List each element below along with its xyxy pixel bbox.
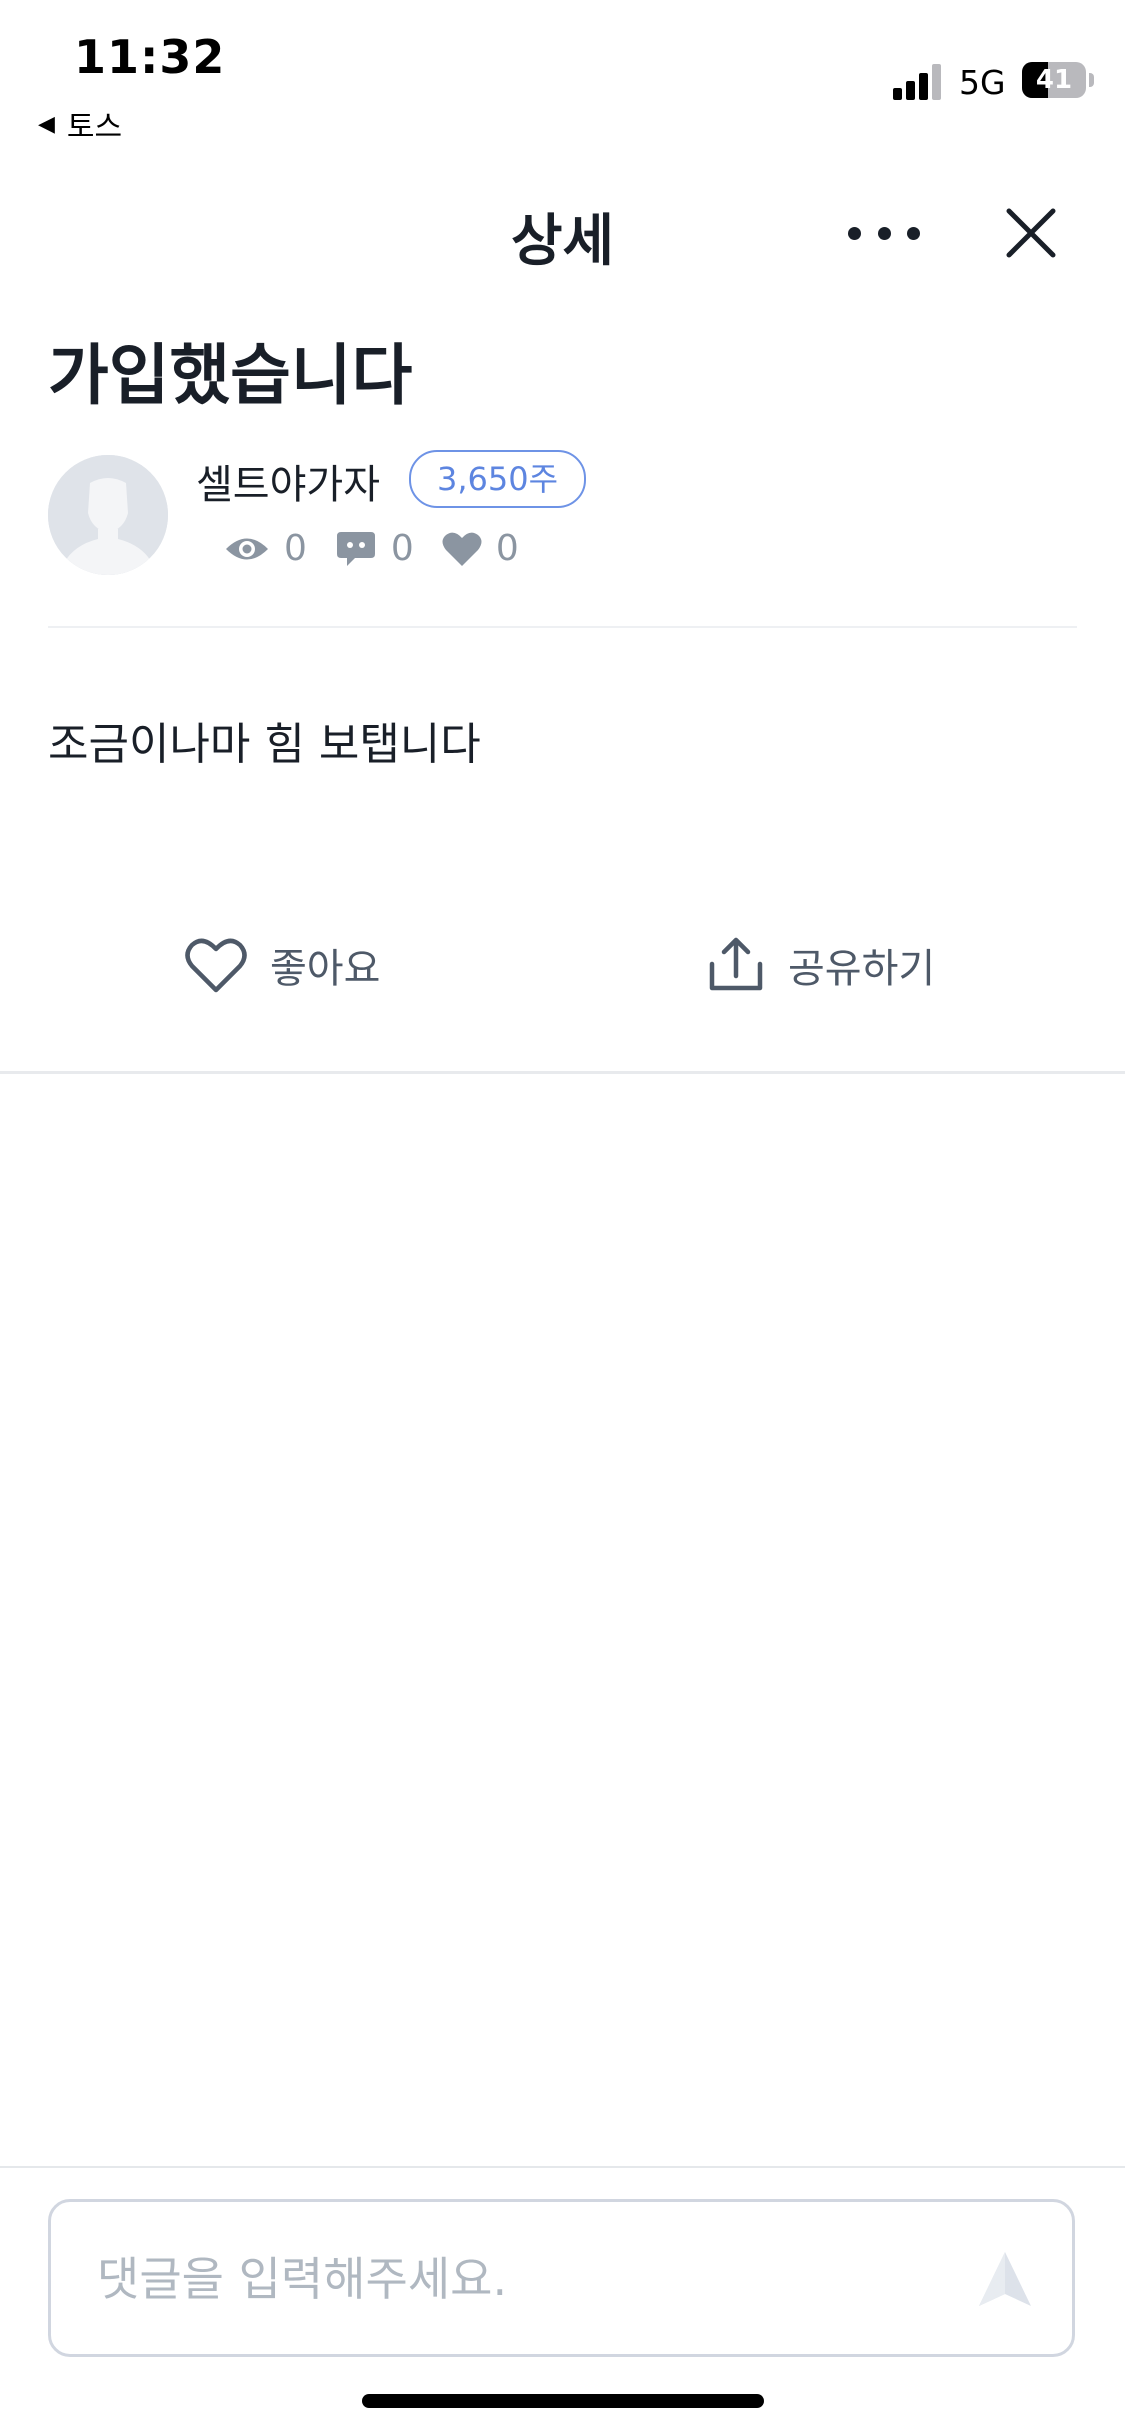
- like-count: 0: [442, 528, 519, 569]
- back-triangle-icon: ◀: [38, 111, 55, 137]
- eye-icon: [226, 538, 268, 559]
- default-user-icon: [48, 455, 168, 575]
- share-upload-icon: [709, 937, 763, 991]
- home-indicator: [362, 2394, 764, 2408]
- like-label: 좋아요: [270, 946, 381, 992]
- cellular-signal-icon: [893, 64, 943, 100]
- like-count-value: 0: [495, 528, 519, 569]
- status-time: 11:32: [74, 30, 226, 84]
- battery-icon: 41: [1022, 62, 1086, 98]
- view-count: 0: [224, 528, 307, 569]
- comment-bubble-icon: [336, 531, 375, 566]
- comment-bar-divider: [0, 2166, 1125, 2168]
- avatar[interactable]: [48, 455, 168, 575]
- page-title: 상세: [510, 209, 615, 274]
- divider: [48, 626, 1077, 628]
- shares-badge: 3,650주: [409, 450, 587, 508]
- comment-count: 0: [335, 528, 414, 569]
- send-arrow-icon: [979, 2252, 1031, 2306]
- post-body: 조금이나마 힘 보탭니다: [48, 719, 481, 770]
- author-name[interactable]: 셀트야가자: [196, 452, 380, 510]
- network-type: 5G: [959, 63, 1006, 102]
- share-label: 공유하기: [788, 946, 936, 992]
- battery-percent: 41: [1035, 65, 1073, 95]
- share-button[interactable]: 공유하기: [706, 930, 935, 1000]
- heart-filled-icon: [442, 532, 482, 566]
- battery-cap: [1089, 73, 1094, 87]
- comment-count-value: 0: [390, 528, 414, 569]
- more-options-button[interactable]: [848, 215, 920, 251]
- back-to-app-link[interactable]: ◀ 토스: [38, 102, 122, 146]
- comment-input[interactable]: [95, 2202, 949, 2356]
- send-button[interactable]: [977, 2250, 1033, 2310]
- post-stats: 0 0 0: [224, 528, 547, 569]
- more-horizontal-icon: [848, 226, 861, 240]
- close-icon: [1006, 208, 1056, 258]
- comment-box: [48, 2199, 1075, 2357]
- section-divider: [0, 1071, 1125, 1074]
- like-button[interactable]: 좋아요: [184, 930, 380, 1000]
- back-app-label: 토스: [66, 110, 123, 145]
- close-button[interactable]: [1003, 205, 1059, 261]
- heart-outline-icon: [185, 938, 247, 993]
- view-count-value: 0: [284, 528, 307, 569]
- post-title: 가입했습니다: [48, 337, 413, 414]
